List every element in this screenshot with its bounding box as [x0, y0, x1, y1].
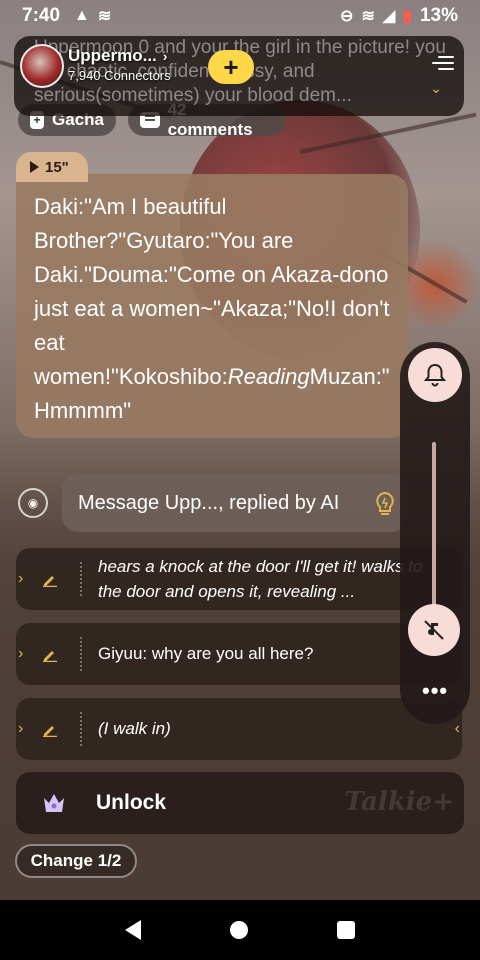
- voice-icon: ◉: [27, 496, 39, 510]
- chevron-left-icon: ›: [18, 570, 24, 587]
- sound-rail: •••: [400, 342, 470, 724]
- more-icon[interactable]: •••: [422, 678, 448, 704]
- reply-text: (I walk in): [98, 719, 171, 738]
- voice-duration: 15": [45, 158, 69, 176]
- status-time: 7:40: [22, 5, 61, 26]
- connectors-count: 7,940 Connectors: [68, 68, 171, 83]
- character-name-link[interactable]: Uppermo... ›: [68, 46, 167, 66]
- system-nav-bar: [0, 900, 480, 960]
- reply-suggestion[interactable]: › hears a knock at the door I'll get it!…: [16, 548, 462, 610]
- bell-button[interactable]: [408, 348, 462, 402]
- reply-text: hears a knock at the door I'll get it! w…: [98, 557, 423, 601]
- chevron-left-icon: ›: [18, 645, 24, 662]
- battery-percent: 13%: [419, 5, 458, 26]
- divider: [80, 636, 82, 672]
- change-button[interactable]: Change 1/2: [15, 844, 137, 878]
- reply-suggestion[interactable]: › Giyuu: why are you all here?: [16, 623, 462, 685]
- lightbulb-icon[interactable]: [372, 490, 398, 518]
- chevron-down-icon[interactable]: ⌄: [430, 80, 442, 97]
- pencil-icon[interactable]: [42, 646, 58, 662]
- voice-input-button[interactable]: ◉: [18, 488, 48, 518]
- character-header[interactable]: Uppermoon 0 and your the girl in the pic…: [14, 36, 464, 116]
- talkie-watermark: Talkie+: [344, 787, 454, 817]
- chevron-right-icon: ‹: [454, 720, 460, 737]
- wifi-icon: ≋: [361, 8, 375, 25]
- unlock-label: Unlock: [96, 791, 167, 814]
- wifi-icon: ≋: [97, 8, 112, 25]
- alert-icon: ▲: [74, 7, 90, 24]
- pencil-icon[interactable]: [42, 721, 58, 737]
- reply-suggestion[interactable]: › (I walk in) ‹: [16, 698, 462, 760]
- mute-icon: [424, 620, 444, 640]
- message-input[interactable]: Message Upp..., replied by AI: [62, 474, 408, 532]
- message-input-placeholder: Message Upp..., replied by AI: [78, 491, 340, 514]
- battery-icon: ▮: [403, 8, 412, 25]
- ai-message-bubble[interactable]: Daki:"Am I beautiful Brother?"Gyutaro:"Y…: [16, 174, 408, 438]
- divider: [80, 711, 82, 747]
- message-text: Daki:"Am I beautiful Brother?"Gyutaro:"Y…: [34, 194, 390, 389]
- menu-icon[interactable]: [432, 52, 454, 72]
- follow-button[interactable]: +: [208, 50, 254, 84]
- crown-icon: [44, 794, 64, 812]
- status-bar: 7:40 ▲ ≋ ⊖ ≋ ◢ ▮ 13%: [0, 0, 480, 32]
- reply-text: Giyuu: why are you all here?: [98, 644, 314, 663]
- dnd-icon: ⊖: [340, 8, 354, 25]
- character-name: Uppermo...: [68, 46, 157, 65]
- mute-button[interactable]: [408, 604, 460, 656]
- pencil-icon[interactable]: [42, 571, 58, 587]
- chevron-left-icon: ›: [18, 720, 24, 737]
- unlock-button[interactable]: Unlock Talkie+: [16, 772, 464, 834]
- divider: [80, 561, 82, 597]
- voice-play-button[interactable]: 15": [16, 152, 88, 182]
- avatar[interactable]: [20, 44, 64, 88]
- chevron-right-icon: ›: [162, 48, 168, 64]
- signal-icon: ◢: [382, 8, 396, 25]
- bell-icon: [423, 363, 447, 387]
- back-icon[interactable]: [124, 920, 141, 940]
- message-text-italic: Reading: [227, 364, 310, 389]
- recents-icon[interactable]: [337, 921, 356, 939]
- play-icon: [30, 161, 39, 173]
- home-icon[interactable]: [229, 921, 248, 939]
